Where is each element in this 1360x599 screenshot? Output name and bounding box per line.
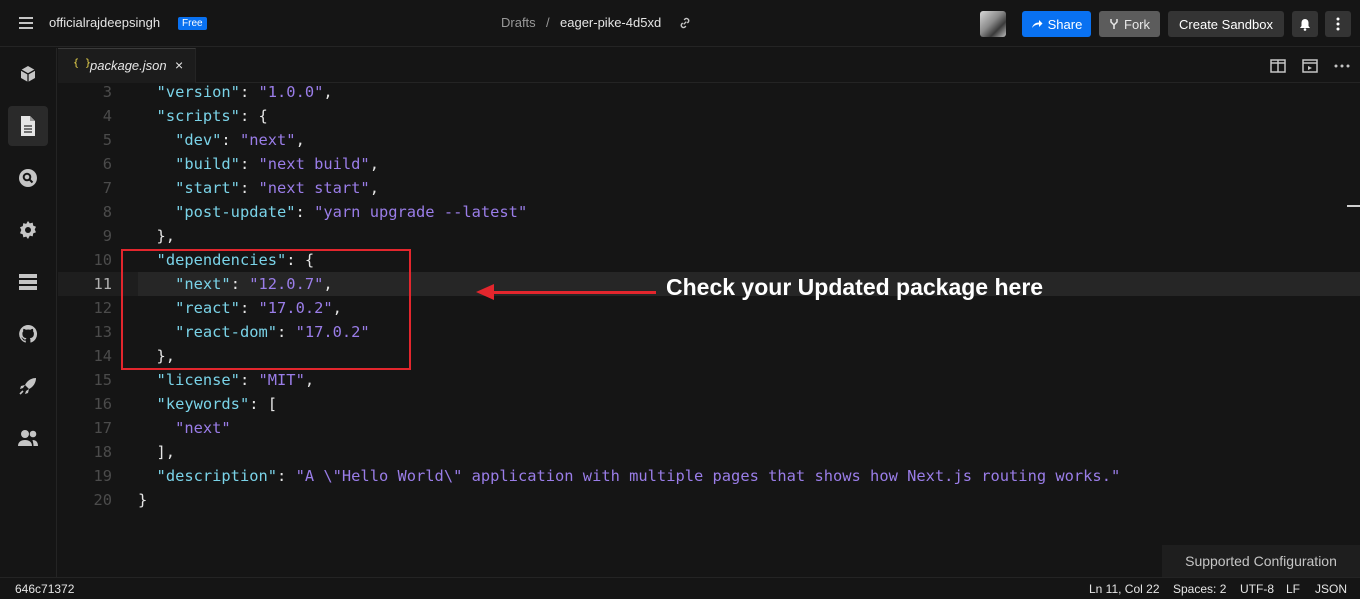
activity-github[interactable]	[8, 314, 48, 354]
editor-tab-bar: { } package.json ×	[58, 48, 1360, 83]
end-of-line[interactable]: LF	[1286, 582, 1300, 596]
annotation-arrow-line	[490, 291, 656, 294]
indentation[interactable]: Spaces: 2	[1173, 582, 1226, 596]
activity-live[interactable]	[8, 418, 48, 458]
server-icon	[19, 274, 37, 290]
notifications-button[interactable]	[1292, 11, 1318, 37]
vertical-dots-icon	[1336, 17, 1340, 31]
activity-bar	[0, 48, 57, 577]
breadcrumb-separator: /	[546, 15, 550, 30]
annotation-text: Check your Updated package here	[666, 274, 1044, 300]
activity-search[interactable]	[8, 158, 48, 198]
code-line: 15 "license": "MIT",	[93, 371, 315, 389]
arrow-left-icon	[476, 284, 494, 300]
file-icon	[21, 116, 35, 136]
share-label: Share	[1047, 16, 1083, 32]
top-header: officialrajdeepsingh Free Drafts / eager…	[0, 0, 1360, 47]
code-line: 17 "next"	[93, 419, 231, 437]
activity-deployment[interactable]	[8, 366, 48, 406]
code-line: 4 "scripts": {	[102, 107, 268, 125]
highlight-box	[121, 249, 411, 370]
fork-label: Fork	[1124, 16, 1150, 32]
code-line: 3 "version": "1.0.0",	[102, 83, 333, 101]
close-icon[interactable]: ×	[175, 57, 183, 73]
activity-explorer[interactable]	[8, 106, 48, 146]
share-icon	[1031, 20, 1043, 28]
menu-icon[interactable]	[19, 17, 33, 29]
activity-settings[interactable]	[8, 210, 48, 250]
share-button[interactable]: Share	[1022, 11, 1091, 37]
cursor-position[interactable]: Ln 11, Col 22	[1089, 582, 1160, 596]
code-line: 5 "dev": "next",	[102, 131, 305, 149]
cube-icon	[20, 66, 36, 82]
split-editor-icon[interactable]	[1269, 57, 1287, 75]
fork-button[interactable]: Fork	[1099, 11, 1160, 37]
supported-configuration-button[interactable]: Supported Configuration	[1162, 545, 1360, 577]
username[interactable]: officialrajdeepsingh	[49, 15, 160, 30]
activity-project-info[interactable]	[8, 54, 48, 94]
language-mode[interactable]: JSON	[1315, 582, 1347, 596]
link-icon[interactable]	[678, 16, 692, 30]
search-icon	[19, 169, 37, 187]
scrollbar-marker[interactable]	[1347, 205, 1360, 207]
gear-icon	[20, 221, 36, 239]
fork-icon	[1110, 19, 1118, 29]
more-options-button[interactable]	[1325, 11, 1351, 37]
create-sandbox-button[interactable]: Create Sandbox	[1168, 11, 1284, 37]
plan-badge: Free	[178, 17, 207, 30]
open-preview-icon[interactable]	[1301, 57, 1319, 75]
more-actions-icon[interactable]	[1333, 57, 1351, 75]
rocket-icon	[19, 378, 36, 395]
breadcrumb-drafts[interactable]: Drafts	[501, 15, 536, 30]
code-line: 16 "keywords": [	[93, 395, 278, 413]
code-line: 6 "build": "next build",	[102, 155, 379, 173]
commit-hash: 646c71372	[15, 582, 75, 596]
code-line: 19 "description": "A \"Hello World\" app…	[93, 467, 1121, 485]
status-bar: 646c71372 Ln 11, Col 22 Spaces: 2 UTF-8 …	[0, 577, 1360, 599]
activity-server-control[interactable]	[8, 262, 48, 302]
bell-icon	[1300, 18, 1310, 31]
github-icon	[19, 324, 38, 343]
code-line: 7 "start": "next start",	[102, 179, 379, 197]
avatar[interactable]	[980, 11, 1006, 37]
code-line: 20}	[93, 491, 148, 509]
sandbox-name[interactable]: eager-pike-4d5xd	[560, 15, 661, 30]
users-icon	[18, 430, 38, 446]
code-line: 8 "post-update": "yarn upgrade --latest"	[102, 203, 528, 221]
encoding[interactable]: UTF-8	[1240, 582, 1274, 596]
code-line: 9 },	[102, 227, 176, 245]
json-file-icon: { }	[73, 58, 92, 69]
tab-filename: package.json	[90, 58, 167, 73]
tab-package-json[interactable]: { } package.json ×	[58, 48, 196, 83]
code-line: 18 ],	[93, 443, 176, 461]
